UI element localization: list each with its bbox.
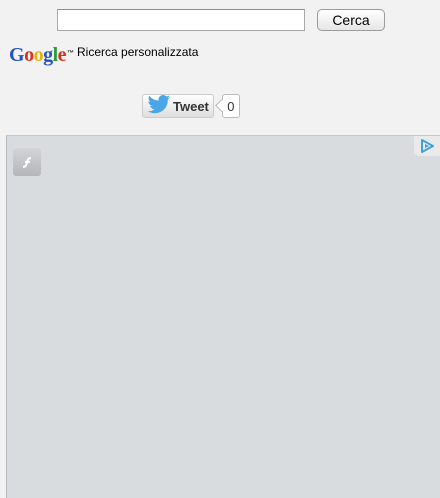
google-branding: Google ™ Ricerca personalizzata — [9, 45, 198, 65]
tweet-button[interactable]: Tweet — [142, 94, 214, 118]
search-input[interactable] — [57, 9, 305, 31]
tweet-count-bubble: 0 — [215, 94, 240, 118]
page: Cerca Google ™ Ricerca personalizzata Twe… — [0, 0, 440, 498]
tweet-widget: Tweet 0 — [142, 94, 240, 118]
ad-area[interactable] — [6, 135, 440, 498]
search-button[interactable]: Cerca — [317, 9, 385, 31]
twitter-bird-icon — [146, 94, 172, 119]
branding-text: Ricerca personalizzata — [77, 45, 199, 59]
google-logo: Google — [9, 44, 67, 66]
tweet-label: Tweet — [173, 98, 209, 114]
google-trademark: ™ — [67, 49, 75, 57]
flash-plugin-icon[interactable] — [13, 148, 41, 176]
search-form: Cerca — [57, 9, 385, 31]
adchoices-icon[interactable] — [414, 136, 440, 156]
